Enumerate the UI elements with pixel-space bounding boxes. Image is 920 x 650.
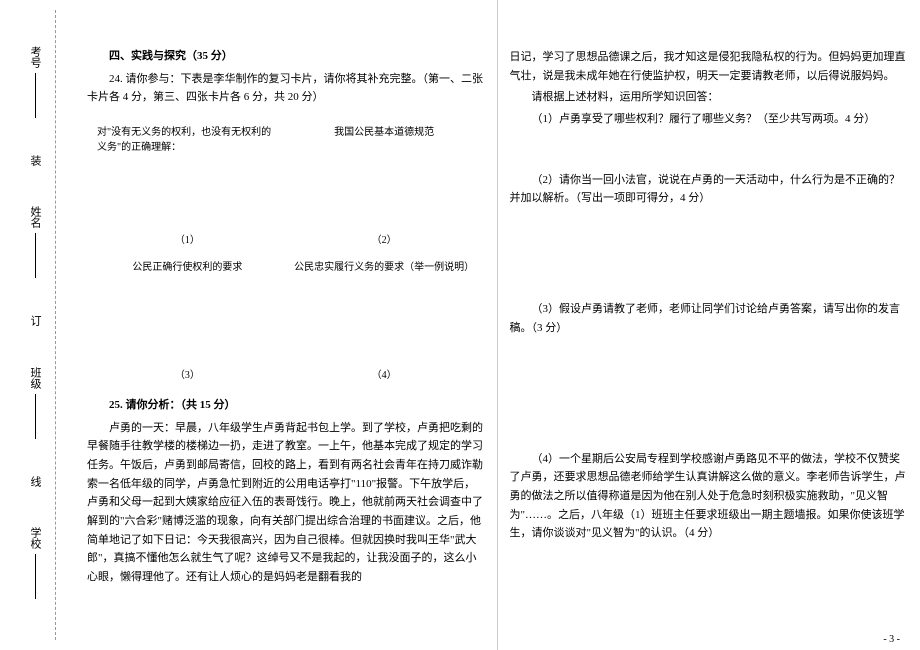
q25-sub-1: （1）卢勇享受了哪些权利？履行了哪些义务？（至少共写两项。4 分） <box>510 110 909 129</box>
card-cell-1: 对"没有无义务的权利，也没有无权利的义务"的正确理解： （1） <box>89 117 286 252</box>
right-column: 日记，学习了思想品德课之后，我才知这是侵犯我隐私权的行为。但妈妈更加理直气壮，说… <box>498 0 920 650</box>
card-cell-4: 公民忠实履行义务的要求（举一例说明） （4） <box>286 252 483 387</box>
q25-title: 25. 请你分析：（共 15 分） <box>87 397 485 415</box>
binding-field-class: 班级 <box>27 367 43 444</box>
card-3-num: （3） <box>175 366 200 381</box>
card-1-num: （1） <box>175 231 200 246</box>
page-number: - 3 - <box>883 634 900 645</box>
card-4-header: 公民忠实履行义务的要求（举一例说明） <box>294 260 475 275</box>
card-cell-2: 我国公民基本道德规范 （2） <box>286 117 483 252</box>
binding-field-examno: 考号 <box>27 46 43 123</box>
card-2-num: （2） <box>372 231 397 246</box>
left-column: 四、实践与探究（35 分） 24. 请你参与：下表是李华制作的复习卡片，请你将其… <box>75 0 498 650</box>
q24-intro: 24. 请你参与：下表是李华制作的复习卡片，请你将其补充完整。（第一、二张卡片各… <box>87 70 485 107</box>
page-content: 四、实践与探究（35 分） 24. 请你参与：下表是李华制作的复习卡片，请你将其… <box>75 0 920 650</box>
binding-dashed-line <box>55 10 56 640</box>
binding-mark-ding: 订 <box>27 315 43 334</box>
q25-sub-2: （2）请你当一回小法官，说说在卢勇的一天活动中，什么行为是不正确的？并加以解析。… <box>510 171 909 208</box>
section-4-title: 四、实践与探究（35 分） <box>87 48 485 66</box>
binding-field-name: 姓名 <box>27 206 43 283</box>
binding-mark-zhuang: 装 <box>27 155 43 174</box>
binding-field-school: 学校 <box>27 527 43 604</box>
binding-mark-xian: 线 <box>27 476 43 495</box>
review-card-grid: 对"没有无义务的权利，也没有无权利的义务"的正确理解： （1） 我国公民基本道德… <box>87 115 485 389</box>
q25-body-1: 卢勇的一天：早晨，八年级学生卢勇背起书包上学。到了学校，卢勇把吃剩的早餐随手往教… <box>87 419 485 587</box>
q25-sub-3: （3）假设卢勇请教了老师，老师让同学们讨论给卢勇答案，请写出你的发言稿。（3 分… <box>510 300 909 337</box>
q25-prompt: 请根据上述材料，运用所学知识回答： <box>510 88 909 107</box>
card-2-header: 我国公民基本道德规范 <box>294 125 475 140</box>
card-4-num: （4） <box>372 366 397 381</box>
card-cell-3: 公民正确行使权利的要求 （3） <box>89 252 286 387</box>
q25-body-2: 日记，学习了思想品德课之后，我才知这是侵犯我隐私权的行为。但妈妈更加理直气壮，说… <box>510 48 909 85</box>
card-1-header: 对"没有无义务的权利，也没有无权利的义务"的正确理解： <box>97 125 278 155</box>
card-3-header: 公民正确行使权利的要求 <box>97 260 278 275</box>
binding-margin: 考号 装 姓名 订 班级 线 学校 <box>0 0 70 650</box>
q25-sub-4: （4）一个星期后公安局专程到学校感谢卢勇路见不平的做法，学校不仅赞奖了卢勇，还要… <box>510 450 909 543</box>
